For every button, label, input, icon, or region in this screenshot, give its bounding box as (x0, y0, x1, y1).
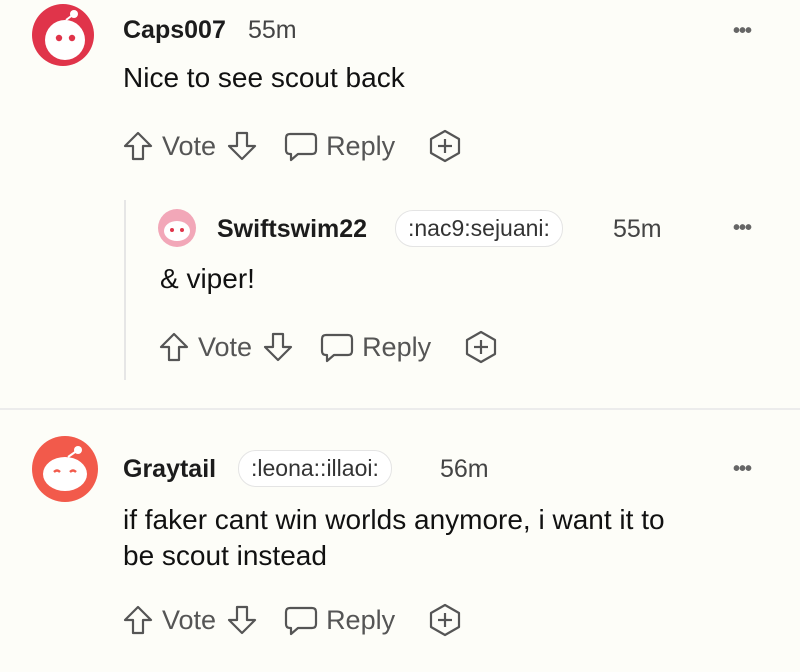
upvote-button[interactable] (156, 329, 192, 365)
reply-button[interactable]: Reply (282, 128, 395, 164)
downvote-arrow-icon (227, 131, 257, 161)
username[interactable]: Swiftswim22 (217, 215, 367, 244)
comment-caps007: Caps007 55m ••• Nice to see scout back V… (0, 0, 800, 200)
award-button[interactable] (463, 329, 499, 365)
downvote-button[interactable] (224, 128, 260, 164)
downvote-button[interactable] (224, 602, 260, 638)
more-icon[interactable]: ••• (733, 458, 752, 481)
award-button[interactable] (427, 128, 463, 164)
award-plus-icon (465, 330, 497, 364)
user-flair: :leona::illaoi: (238, 450, 392, 487)
comment-actions: Vote Reply (120, 128, 463, 164)
upvote-arrow-icon (123, 605, 153, 635)
avatar[interactable] (32, 4, 94, 66)
reply-button[interactable]: Reply (282, 602, 395, 638)
reply-label: Reply (326, 604, 396, 635)
reply-bubble-icon (284, 132, 318, 162)
comment-actions: Vote Reply (156, 329, 499, 365)
comment-actions: Vote Reply (120, 602, 463, 638)
timestamp: 55m (613, 215, 662, 243)
reply-bubble-icon (284, 606, 318, 636)
upvote-arrow-icon (123, 131, 153, 161)
upvote-button[interactable] (120, 602, 156, 638)
reply-label: Reply (362, 331, 432, 362)
snoo-icon (45, 10, 85, 60)
reply-label: Reply (326, 130, 396, 161)
username[interactable]: Graytail (123, 455, 216, 484)
downvote-arrow-icon (227, 605, 257, 635)
vote-label: Vote (162, 130, 217, 161)
user-flair: :nac9:sejuani: (395, 210, 563, 247)
snoo-icon (164, 221, 190, 241)
avatar[interactable] (158, 209, 196, 247)
avatar[interactable] (32, 436, 98, 502)
username[interactable]: Caps007 (123, 16, 226, 45)
snoo-icon (43, 446, 87, 491)
downvote-button[interactable] (260, 329, 296, 365)
more-icon[interactable]: ••• (733, 217, 752, 240)
more-icon[interactable]: ••• (733, 20, 752, 43)
downvote-arrow-icon (263, 332, 293, 362)
vote-label: Vote (198, 331, 253, 362)
comment-text: if faker cant win worlds anymore, i want… (123, 504, 665, 571)
reply-bubble-icon (320, 333, 354, 363)
comment-text: Nice to see scout back (123, 62, 405, 93)
award-plus-icon (429, 129, 461, 163)
award-plus-icon (429, 603, 461, 637)
comment-graytail: Graytail :leona::illaoi: 56m ••• if fake… (0, 410, 800, 672)
timestamp: 55m (248, 16, 297, 44)
timestamp: 56m (440, 455, 489, 483)
award-button[interactable] (427, 602, 463, 638)
vote-label: Vote (162, 604, 217, 635)
comment-swiftswim22: Swiftswim22 :nac9:sejuani: 55m ••• & vip… (0, 195, 800, 405)
upvote-button[interactable] (120, 128, 156, 164)
comment-text: & viper! (160, 263, 255, 294)
upvote-arrow-icon (159, 332, 189, 362)
reply-button[interactable]: Reply (318, 329, 431, 365)
